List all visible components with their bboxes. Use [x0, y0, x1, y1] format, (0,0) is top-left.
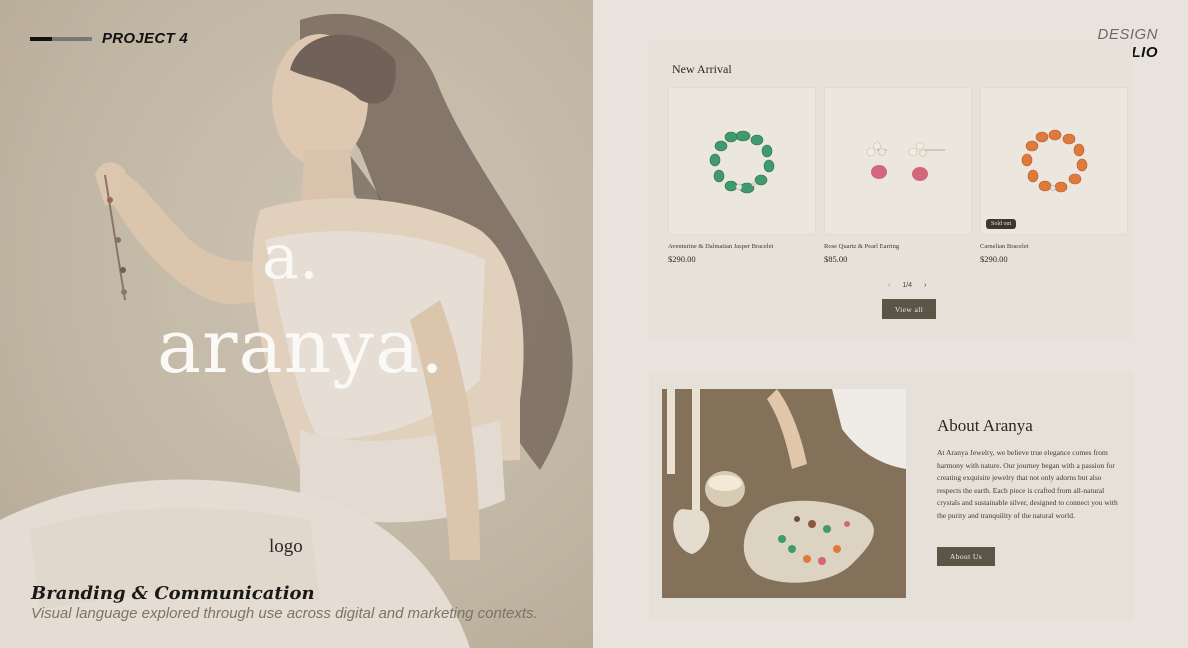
brand-wordmark: aranya. — [157, 304, 445, 390]
brand-mark: a. — [262, 220, 319, 293]
caption-subtitle: Visual language explored through use acr… — [31, 605, 538, 622]
product-image[interactable]: Sold out — [980, 87, 1128, 235]
product-price: $290.00 — [668, 254, 696, 264]
view-all-button[interactable]: View all — [882, 299, 936, 319]
pagination-next-icon[interactable]: › — [924, 282, 926, 289]
project-label: PROJECT 4 — [102, 30, 189, 47]
about-us-button[interactable]: About Us — [937, 547, 995, 566]
product-card[interactable]: Aventurine & Dalmatian Jasper Bracelet $… — [668, 87, 816, 264]
progress-bar — [30, 36, 92, 41]
sold-out-badge: Sold out — [986, 219, 1017, 229]
product-image[interactable] — [668, 87, 816, 235]
caption-title: Branding & Communication — [31, 583, 315, 604]
website-mockup-panel: DESIGN PORTFOLIO New Arrival Aventurine … — [593, 0, 1188, 648]
product-price: $290.00 — [980, 254, 1008, 264]
product-card[interactable]: Rose Quartz & Pearl Earring $85.00 — [824, 87, 972, 264]
hero-panel: PROJECT 4 a. aranya. logo Branding & Com… — [0, 0, 593, 648]
product-name[interactable]: Rose Quartz & Pearl Earring — [824, 243, 972, 250]
section-title-new-arrival: New Arrival — [672, 62, 732, 76]
project-indicator: PROJECT 4 — [30, 30, 188, 47]
pagination: ‹ 1/4 › — [888, 282, 926, 289]
pagination-page: 1/4 — [902, 282, 913, 289]
product-image[interactable] — [824, 87, 972, 235]
logo-caption: logo — [269, 536, 303, 557]
about-image — [662, 389, 906, 598]
product-name[interactable]: Aventurine & Dalmatian Jasper Bracelet — [668, 243, 816, 250]
product-card[interactable]: Sold out Carnelian Bracelet $290.00 — [980, 87, 1128, 264]
about-body: At Aranya Jewelry, we believe true elega… — [937, 448, 1118, 520]
product-name[interactable]: Carnelian Bracelet — [980, 243, 1128, 250]
product-price: $85.00 — [824, 254, 848, 264]
pagination-prev-icon[interactable]: ‹ — [888, 282, 890, 289]
about-title: About Aranya — [937, 416, 1033, 435]
